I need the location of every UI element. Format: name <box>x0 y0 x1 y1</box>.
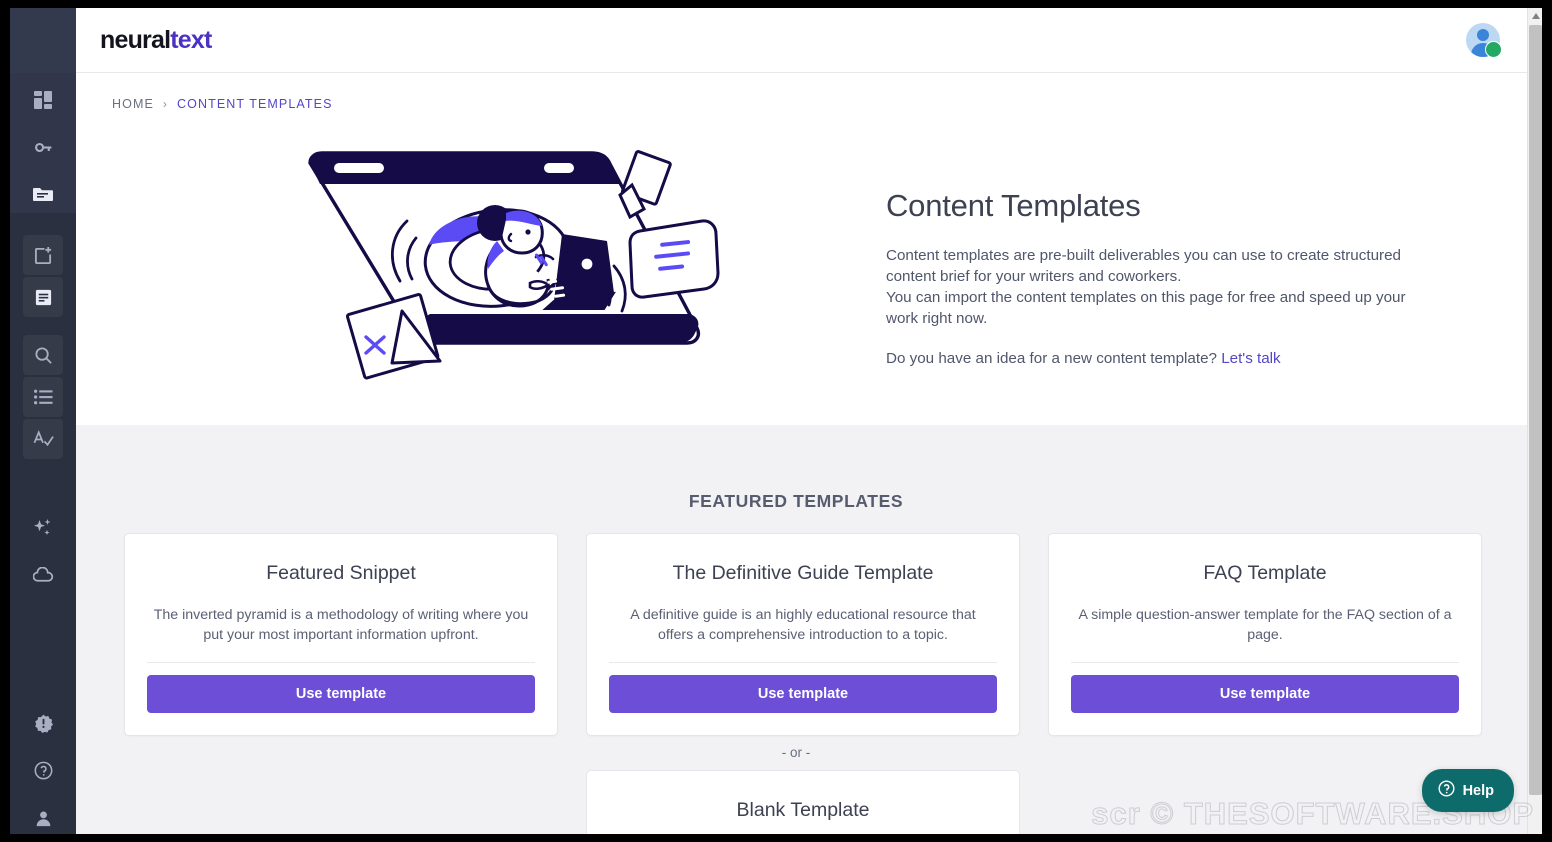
use-template-button[interactable]: Use template <box>1071 675 1459 713</box>
template-card-description: The inverted pyramid is a methodology of… <box>153 607 529 643</box>
app-logo[interactable]: neuraltext <box>100 26 212 55</box>
help-circle-icon <box>1438 780 1455 801</box>
use-template-button[interactable]: Use template <box>609 675 997 713</box>
template-card[interactable]: Featured Snippet The inverted pyramid is… <box>124 533 558 736</box>
or-divider: - or - <box>781 745 811 760</box>
list-icon <box>33 389 53 405</box>
folder-icon <box>33 184 53 204</box>
template-card[interactable]: FAQ Template A simple question-answer te… <box>1048 533 1482 736</box>
search-icon <box>34 346 53 365</box>
vertical-scrollbar[interactable] <box>1527 8 1542 834</box>
template-card-description: A definitive guide is an highly educatio… <box>630 607 976 643</box>
template-card[interactable]: The Definitive Guide Template A definiti… <box>586 533 1020 736</box>
scroll-up-arrow-icon[interactable] <box>1528 8 1542 24</box>
status-badge <box>1485 41 1502 58</box>
hero-paragraph-2: You can import the content templates on … <box>886 289 1406 327</box>
spellcheck-icon <box>33 429 54 449</box>
document-icon <box>34 288 53 307</box>
avatar-head <box>1477 29 1489 41</box>
sidebar-item-search[interactable] <box>23 335 63 375</box>
divider <box>609 662 997 663</box>
alert-icon <box>34 714 53 733</box>
template-card-title: The Definitive Guide Template <box>672 562 934 584</box>
sidebar-item-documents[interactable] <box>23 277 63 317</box>
hero-cta: Do you have an idea for a new content te… <box>886 350 1431 367</box>
sidebar-item-alerts[interactable] <box>23 703 63 743</box>
breadcrumb-current[interactable]: CONTENT TEMPLATES <box>177 97 333 111</box>
sidebar-logo-area <box>10 8 76 73</box>
sidebar-item-cloud[interactable] <box>23 555 63 595</box>
sidebar-item-keywords[interactable] <box>23 127 63 167</box>
dashboard-icon <box>33 90 53 110</box>
breadcrumb-home[interactable]: HOME <box>112 97 154 111</box>
help-button-label: Help <box>1462 782 1494 799</box>
sidebar-item-new-document[interactable] <box>23 235 63 275</box>
divider <box>1071 662 1459 663</box>
cloud-icon <box>32 567 54 583</box>
featured-heading: FEATURED TEMPLATES <box>688 491 904 511</box>
blank-template-title: Blank Template <box>736 799 870 821</box>
sidebar-item-outline[interactable] <box>23 377 63 417</box>
chevron-right-icon: › <box>162 97 169 111</box>
sidebar-item-ai-tools[interactable] <box>23 508 63 548</box>
sidebar-item-help[interactable] <box>23 750 63 790</box>
hero-illustration <box>292 133 732 403</box>
sidebar-item-account[interactable] <box>23 798 63 834</box>
person-icon <box>34 809 53 828</box>
sidebar-item-projects[interactable] <box>23 174 63 214</box>
hero-cta-text: Do you have an idea for a new content te… <box>886 350 1222 367</box>
breadcrumb: HOME › CONTENT TEMPLATES <box>112 97 333 111</box>
screen-frame: neuraltext HOME › CONTENT TEMPLATES Cont… <box>0 0 1552 842</box>
hero-text-block: Content Templates Content templates are … <box>886 188 1431 367</box>
lets-talk-link[interactable]: Let's talk <box>1221 350 1280 367</box>
use-template-button[interactable]: Use template <box>147 675 535 713</box>
logo-accent: text <box>170 26 212 54</box>
left-sidebar <box>10 8 76 834</box>
template-card-title: FAQ Template <box>1203 562 1327 584</box>
blank-template-card[interactable]: Blank Template <box>586 770 1020 834</box>
divider <box>147 662 535 663</box>
help-button[interactable]: Help <box>1421 769 1514 812</box>
top-header: neuraltext <box>76 8 1542 73</box>
key-icon <box>33 137 54 158</box>
sidebar-item-dashboard[interactable] <box>23 80 63 120</box>
avatar[interactable] <box>1466 23 1502 59</box>
browser-viewport: neuraltext HOME › CONTENT TEMPLATES Cont… <box>10 8 1542 834</box>
template-card-description: A simple question-answer template for th… <box>1078 607 1452 643</box>
sparkle-icon <box>33 518 53 538</box>
scrollbar-thumb[interactable] <box>1529 25 1542 795</box>
page-title: Content Templates <box>886 188 1141 223</box>
hero-section: Content Templates Content templates are … <box>76 128 1542 425</box>
template-card-title: Featured Snippet <box>266 562 416 584</box>
template-cards-row: Featured Snippet The inverted pyramid is… <box>124 533 1506 736</box>
sidebar-item-spellcheck[interactable] <box>23 419 63 459</box>
hero-paragraph-1: Content templates are pre-built delivera… <box>886 247 1401 285</box>
logo-primary: neural <box>100 26 171 54</box>
main-content: neuraltext HOME › CONTENT TEMPLATES Cont… <box>76 8 1542 834</box>
help-circle-icon <box>34 761 53 780</box>
new-document-icon <box>34 246 53 265</box>
featured-templates-section: FEATURED TEMPLATES Featured Snippet The … <box>76 425 1542 834</box>
